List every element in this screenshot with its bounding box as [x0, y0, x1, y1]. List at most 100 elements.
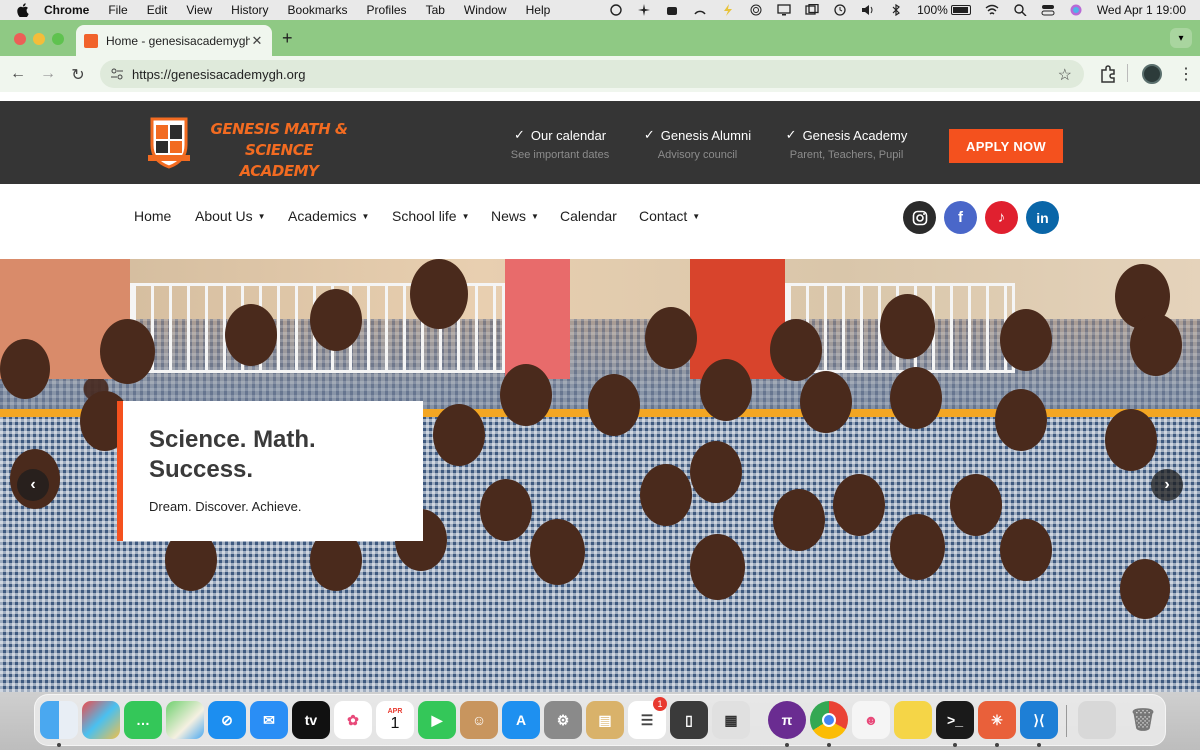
- info-academy[interactable]: ✓ Genesis Academy Parent, Teachers, Pupil: [781, 127, 912, 161]
- notes-icon[interactable]: [894, 701, 932, 739]
- mail-icon[interactable]: ✉: [250, 701, 288, 739]
- menu-window[interactable]: Window: [464, 3, 507, 17]
- launchpad-icon[interactable]: [82, 701, 120, 739]
- chrome-icon[interactable]: [810, 701, 848, 739]
- trash-icon[interactable]: 🗑: [1124, 701, 1162, 739]
- caret-down-icon: ▼: [692, 211, 701, 221]
- reload-icon[interactable]: ↻: [70, 65, 86, 85]
- clock-icon[interactable]: [833, 4, 847, 16]
- browser-tab-active[interactable]: Home - genesisacademygh.o ✕: [76, 25, 272, 56]
- menu-bookmarks[interactable]: Bookmarks: [288, 3, 348, 17]
- facebook-icon[interactable]: f: [944, 201, 977, 234]
- menu-history[interactable]: History: [231, 3, 268, 17]
- search-icon[interactable]: [1013, 4, 1027, 17]
- apple-tv-icon[interactable]: tv: [292, 701, 330, 739]
- tiktok-icon[interactable]: ♪: [985, 201, 1018, 234]
- display-icon[interactable]: [777, 4, 791, 16]
- academy-crest-logo[interactable]: [146, 115, 192, 169]
- robot-app-icon[interactable]: ☻: [852, 701, 890, 739]
- slider-prev-arrow-icon[interactable]: ‹: [17, 469, 49, 501]
- site-top-header: GENESIS MATH & SCIENCE ACADEMY ✓ Our cale…: [0, 101, 1200, 184]
- nav-academics[interactable]: Academics ▼: [288, 208, 369, 224]
- linkedin-icon[interactable]: in: [1026, 201, 1059, 234]
- menu-profiles[interactable]: Profiles: [367, 3, 407, 17]
- new-tab-icon[interactable]: +: [282, 28, 293, 49]
- maps-icon[interactable]: [166, 701, 204, 739]
- nav-calendar[interactable]: Calendar: [560, 208, 617, 224]
- menu-edit[interactable]: Edit: [147, 3, 168, 17]
- hero-headline-line-1: Science. Math.: [149, 426, 316, 453]
- robot-status-icon[interactable]: [665, 4, 679, 16]
- clock-datetime[interactable]: Wed Apr 1 19:00: [1097, 3, 1186, 17]
- profile-avatar[interactable]: [1142, 64, 1162, 84]
- nav-home-label: Home: [134, 208, 172, 224]
- bolt-icon[interactable]: [721, 4, 735, 16]
- instagram-icon[interactable]: [903, 201, 936, 234]
- safari-icon[interactable]: ⊘: [208, 701, 246, 739]
- pi-network-icon[interactable]: π: [768, 701, 806, 739]
- apply-now-button[interactable]: APPLY NOW: [949, 129, 1063, 163]
- window-close-button[interactable]: [14, 33, 26, 45]
- student-face: [0, 339, 50, 399]
- info-academy-title: Genesis Academy: [802, 127, 908, 143]
- address-bar[interactable]: https://genesisacademygh.org ☆: [100, 60, 1084, 88]
- app-store-icon[interactable]: A: [502, 701, 540, 739]
- downloads-stack-icon[interactable]: [1078, 701, 1116, 739]
- sparkle-icon[interactable]: [637, 4, 651, 16]
- info-calendar[interactable]: ✓ Our calendar See important dates: [507, 127, 613, 161]
- menu-app-name[interactable]: Chrome: [44, 3, 89, 17]
- student-face: [530, 519, 585, 585]
- screen-time-icon[interactable]: [609, 4, 623, 16]
- hero-slider: Science. Math. Success. Dream. Discover.…: [0, 259, 1200, 692]
- vscode-icon[interactable]: ⟩⟨: [1020, 701, 1058, 739]
- url-text[interactable]: https://genesisacademygh.org: [132, 67, 305, 82]
- menu-view[interactable]: View: [186, 3, 212, 17]
- extensions-puzzle-icon[interactable]: [1098, 64, 1118, 84]
- site-info-icon[interactable]: [110, 67, 124, 81]
- hero-background-pillar: [505, 259, 570, 379]
- battery-status[interactable]: 100%: [917, 3, 971, 17]
- academy-logo-text[interactable]: GENESIS MATH & SCIENCE ACADEMY: [194, 119, 364, 182]
- chrome-menu-icon[interactable]: ⋮: [1178, 64, 1194, 84]
- window-minimize-button[interactable]: [33, 33, 45, 45]
- photos-icon[interactable]: ✿: [334, 701, 372, 739]
- window-icon[interactable]: [805, 3, 819, 16]
- nav-news[interactable]: News ▼: [491, 208, 539, 224]
- menu-help[interactable]: Help: [526, 3, 551, 17]
- dock-separator: [1066, 705, 1067, 737]
- facetime-icon[interactable]: ▶: [418, 701, 456, 739]
- tab-search-chevron-icon[interactable]: ▾: [1170, 28, 1192, 48]
- student-face: [950, 474, 1002, 536]
- window-zoom-button[interactable]: [52, 33, 64, 45]
- slider-next-arrow-icon[interactable]: ›: [1151, 469, 1183, 501]
- calculator-icon[interactable]: ▦: [712, 701, 750, 739]
- menu-tab[interactable]: Tab: [426, 3, 445, 17]
- bluetooth-icon[interactable]: [889, 3, 903, 17]
- forward-arrow-icon[interactable]: →: [40, 65, 56, 83]
- messages-icon[interactable]: …: [124, 701, 162, 739]
- terminal-icon[interactable]: >_: [936, 701, 974, 739]
- nav-contact[interactable]: Contact ▼: [639, 208, 700, 224]
- nav-about-us[interactable]: About Us ▼: [195, 208, 266, 224]
- finder-icon[interactable]: [40, 701, 78, 739]
- apple-menu-icon[interactable]: [16, 3, 30, 17]
- vpn-icon[interactable]: [693, 4, 707, 16]
- tab-close-icon[interactable]: ✕: [250, 33, 264, 49]
- iphone-mirroring-icon[interactable]: ▯: [670, 701, 708, 739]
- archive-utility-icon[interactable]: ▤: [586, 701, 624, 739]
- back-arrow-icon[interactable]: ←: [10, 65, 26, 83]
- system-settings-icon[interactable]: ⚙: [544, 701, 582, 739]
- nav-school-life[interactable]: School life ▼: [392, 208, 470, 224]
- volume-icon[interactable]: [861, 4, 875, 16]
- bookmark-star-icon[interactable]: ☆: [1058, 65, 1072, 85]
- control-center-icon[interactable]: [1041, 4, 1055, 16]
- calendar-icon[interactable]: APR 1: [376, 701, 414, 739]
- info-alumni[interactable]: ✓ Genesis Alumni Advisory council: [639, 127, 756, 161]
- claude-icon[interactable]: ✳: [978, 701, 1016, 739]
- contacts-icon[interactable]: ☺: [460, 701, 498, 739]
- fingerprint-icon[interactable]: [749, 4, 763, 16]
- nav-home[interactable]: Home: [134, 208, 171, 224]
- menu-file[interactable]: File: [108, 3, 127, 17]
- wifi-icon[interactable]: [985, 4, 999, 16]
- siri-icon[interactable]: [1069, 4, 1083, 16]
